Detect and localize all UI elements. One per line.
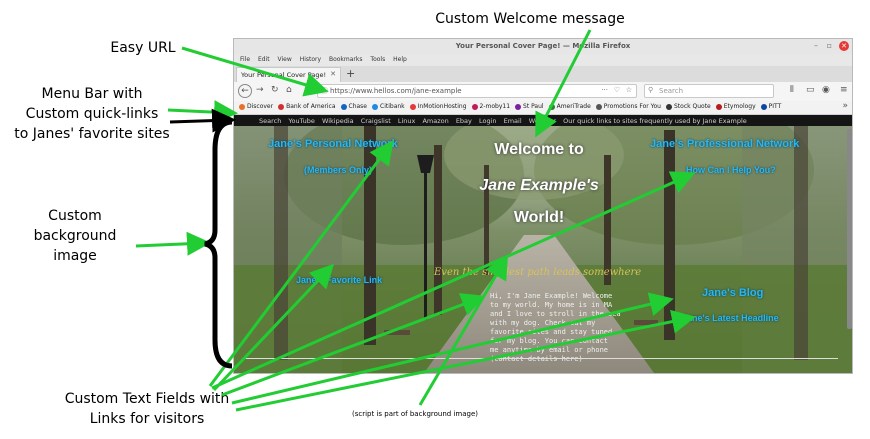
- arrow-tf3: [212, 263, 335, 392]
- background-bracket: [204, 119, 233, 369]
- arrow-script: [418, 254, 509, 406]
- arrow-url: [181, 46, 329, 97]
- annotation-arrows: [135, 29, 696, 412]
- arrow-tf2: [211, 171, 696, 390]
- arrow-tf4: [221, 293, 486, 397]
- arrow-menubar-black: [169, 108, 236, 133]
- arrow-menubar: [167, 100, 238, 125]
- arrow-background: [135, 231, 211, 256]
- arrow-welcome: [535, 29, 592, 138]
